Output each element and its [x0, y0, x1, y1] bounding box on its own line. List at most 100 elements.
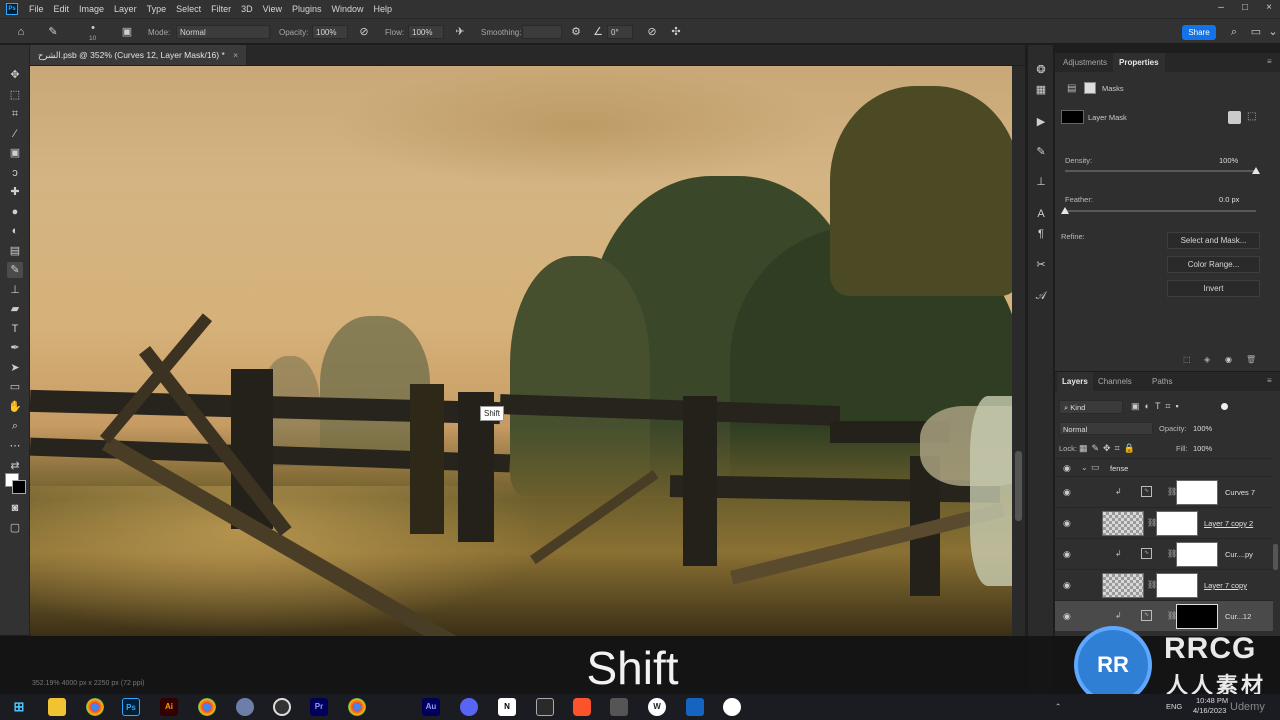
menu-edit[interactable]: Edit	[49, 4, 75, 14]
mode-select[interactable]: Normal	[176, 25, 270, 39]
toggle-mask-eye-icon[interactable]: ◉	[1225, 355, 1232, 364]
layer-row[interactable]: ◉ ↲ ∿ ⛓ Cur....py	[1055, 538, 1273, 569]
menu-help[interactable]: Help	[369, 4, 398, 14]
tab-layers[interactable]: Layers	[1057, 372, 1093, 391]
app-icon[interactable]	[536, 698, 554, 716]
premiere-taskbar-icon[interactable]: Pr	[310, 698, 328, 716]
symmetry-icon[interactable]: ✣	[669, 25, 683, 39]
visibility-eye-icon[interactable]: ◉	[1063, 549, 1071, 560]
share-button[interactable]: Share	[1182, 25, 1216, 40]
opacity-field[interactable]: 100%	[312, 25, 348, 39]
chrome-icon[interactable]	[86, 698, 104, 716]
clone-source-icon[interactable]: ⊥	[1034, 175, 1048, 189]
paragraph-panel-icon[interactable]: ¶	[1034, 227, 1048, 241]
tab-channels[interactable]: Channels	[1093, 372, 1137, 391]
delete-mask-icon[interactable]: 🗑	[1246, 355, 1256, 364]
layer-mask-thumbnail[interactable]	[1176, 542, 1218, 567]
app-icon[interactable]	[236, 698, 254, 716]
type-tool-icon[interactable]: T	[7, 321, 23, 337]
dodge-tool-icon[interactable]: ◐	[7, 223, 23, 239]
document-tab[interactable]: الشرح.psb @ 352% (Curves 12, Layer Mask/…	[30, 45, 247, 65]
layer-mask-thumbnail[interactable]	[1176, 480, 1218, 505]
photoshop-taskbar-icon[interactable]: Ps	[122, 698, 140, 716]
app-icon[interactable]	[610, 698, 628, 716]
frame-tool-icon[interactable]: ▣	[7, 145, 23, 161]
brush-panel-icon[interactable]: ✎	[1034, 145, 1048, 159]
gradient-tool-icon[interactable]: ▤	[7, 243, 23, 259]
brush-preset-icon[interactable]: •	[86, 21, 100, 35]
select-and-mask-button[interactable]: Select and Mask...	[1167, 232, 1260, 249]
eraser-tool-icon[interactable]: ▰	[7, 301, 23, 317]
audition-taskbar-icon[interactable]: Au	[422, 698, 440, 716]
flow-field[interactable]: 100%	[408, 25, 444, 39]
windows-start-icon[interactable]: ⊞	[10, 698, 28, 716]
tab-paths[interactable]: Paths	[1147, 372, 1177, 391]
layer-row[interactable]: ◉ ⛓ Layer 7 copy 2	[1055, 507, 1273, 538]
canvas-scrollbar-thumb[interactable]	[1015, 451, 1022, 521]
mask-mode-icon[interactable]	[1084, 82, 1096, 94]
close-window-icon[interactable]: ×	[1262, 2, 1276, 16]
menu-layer[interactable]: Layer	[109, 4, 142, 14]
layers-scrollbar-thumb[interactable]	[1273, 544, 1278, 570]
menu-view[interactable]: View	[258, 4, 287, 14]
menu-type[interactable]: Type	[142, 4, 172, 14]
group-expand-chevron-icon[interactable]: ⌄	[1081, 463, 1088, 472]
taskbar-clock-time[interactable]: 10:48 PM	[1196, 696, 1228, 705]
tools-options-icon[interactable]: ✂	[1034, 258, 1048, 272]
layer-thumbnail[interactable]	[1102, 573, 1144, 598]
marquee-tool-icon[interactable]: ⬚	[7, 87, 23, 103]
lock-icons[interactable]: ▦✎✥⌗🔒	[1079, 443, 1139, 454]
hand-tool-icon[interactable]: ✋	[7, 399, 23, 415]
eyedropper-tool-icon[interactable]: ⁄	[7, 126, 23, 142]
maximize-icon[interactable]: □	[1238, 2, 1252, 16]
more-tools-icon[interactable]: ⋯	[7, 438, 23, 454]
visibility-eye-icon[interactable]: ◉	[1063, 463, 1071, 474]
density-slider[interactable]	[1065, 170, 1256, 172]
default-colors-icon[interactable]: ⇄	[7, 458, 23, 474]
visibility-eye-icon[interactable]: ◉	[1063, 518, 1071, 529]
brave-icon[interactable]	[573, 698, 591, 716]
close-tab-icon[interactable]: ×	[233, 50, 238, 60]
color-range-button[interactable]: Color Range...	[1167, 256, 1260, 273]
smoothing-gear-icon[interactable]: ⚙	[569, 25, 583, 39]
home-icon[interactable]: ⌂	[14, 25, 28, 39]
actions-play-icon[interactable]: ▶	[1034, 115, 1048, 129]
density-value[interactable]: 100%	[1219, 156, 1238, 165]
search-icon[interactable]: ⌕	[1227, 25, 1241, 39]
layer-mask-thumbnail[interactable]	[1156, 573, 1198, 598]
clone-stamp-icon[interactable]: ⊥	[7, 282, 23, 298]
lasso-tool-icon[interactable]: ↄ	[7, 165, 23, 181]
chrome-profile-icon[interactable]	[198, 698, 216, 716]
document-canvas[interactable]: Shift	[30, 66, 1012, 636]
quick-mask-icon[interactable]: ◙	[7, 500, 23, 516]
pressure-size-icon[interactable]: ⊘	[645, 25, 659, 39]
layer-opacity-value[interactable]: 100%	[1193, 424, 1212, 433]
file-explorer-icon[interactable]	[48, 698, 66, 716]
photos-icon[interactable]	[686, 698, 704, 716]
pixel-mask-icon[interactable]	[1228, 111, 1241, 124]
menu-filter[interactable]: Filter	[206, 4, 236, 14]
blend-mode-select[interactable]: Normal	[1059, 422, 1153, 435]
input-language[interactable]: ENG	[1166, 702, 1182, 711]
panel-menu-icon[interactable]: ≡	[1267, 57, 1272, 66]
invert-button[interactable]: Invert	[1167, 280, 1260, 297]
screen-mode-icon[interactable]: ▢	[7, 520, 23, 536]
layer-row[interactable]: ◉ ⛓ Layer 7 copy	[1055, 569, 1273, 600]
layer-row[interactable]: ◉ ↲ ∿ ⛓ Curves 7	[1055, 476, 1273, 507]
3d-panel-icon[interactable]: ❂	[1034, 63, 1048, 77]
visibility-eye-icon[interactable]: ◉	[1063, 487, 1071, 498]
zoom-tool-icon[interactable]: ⌕	[7, 418, 23, 434]
menu-image[interactable]: Image	[74, 4, 109, 14]
apply-mask-icon[interactable]: ◈	[1204, 355, 1210, 364]
taskbar-clock-date[interactable]: 4/16/2023	[1193, 706, 1226, 715]
character-panel-icon[interactable]: A	[1034, 207, 1048, 221]
app-icon[interactable]	[723, 698, 741, 716]
vector-mask-icon[interactable]: ⬚	[1247, 111, 1256, 122]
menu-3d[interactable]: 3D	[236, 4, 258, 14]
visibility-eye-icon[interactable]: ◉	[1063, 611, 1071, 622]
density-slider-knob[interactable]	[1252, 167, 1260, 174]
layer-mask-thumbnail[interactable]	[1156, 511, 1198, 536]
app-icon[interactable]: W	[648, 698, 666, 716]
menu-file[interactable]: File	[24, 4, 49, 14]
angle-field[interactable]: 0°	[607, 25, 633, 39]
